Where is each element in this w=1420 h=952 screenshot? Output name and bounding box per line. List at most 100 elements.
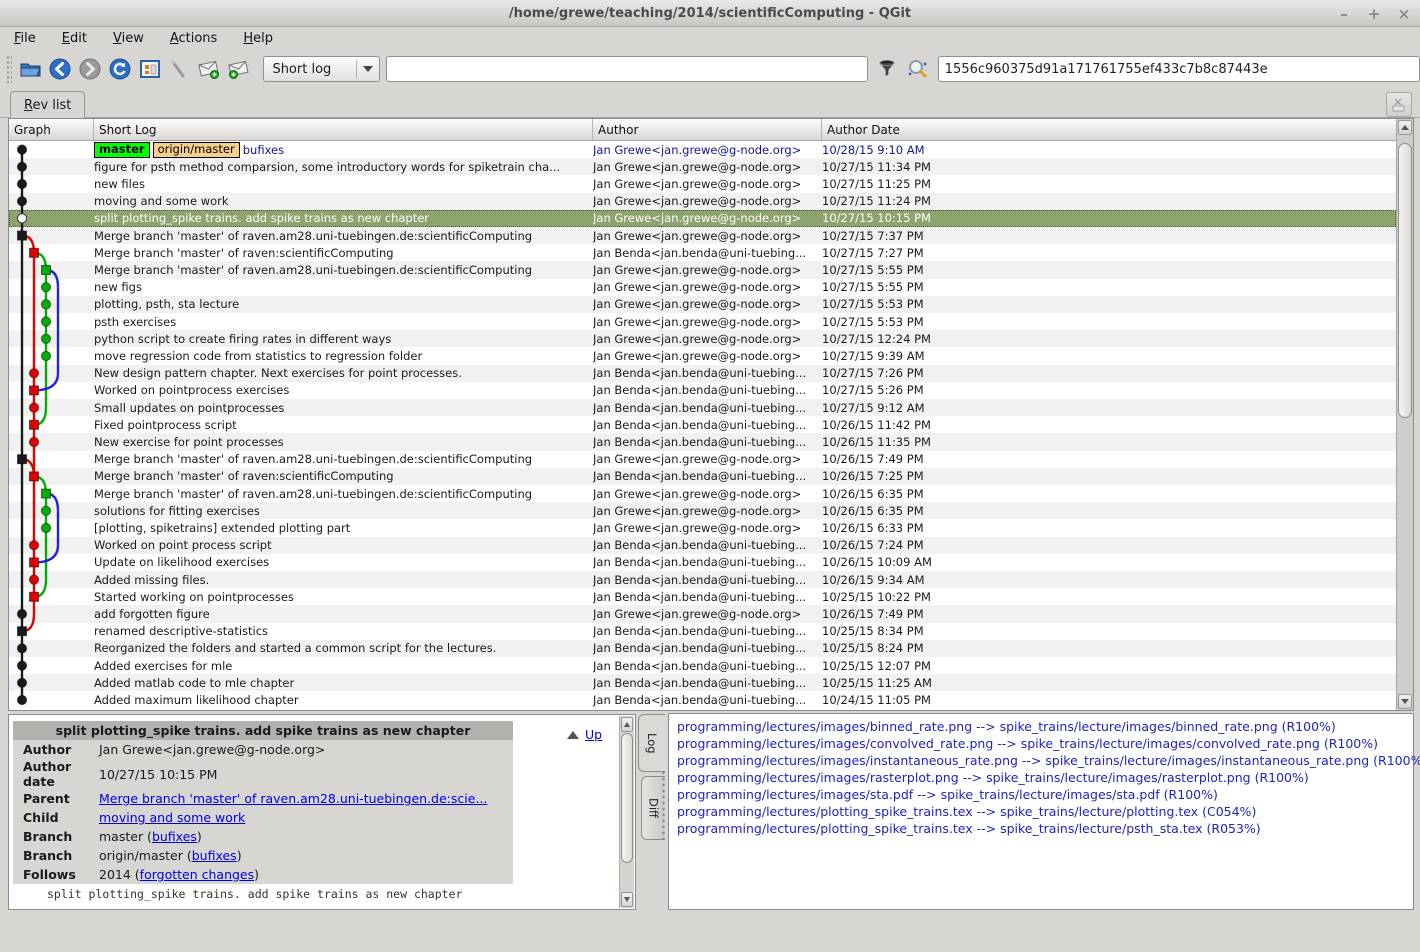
view-layout-icon[interactable]: [135, 55, 165, 83]
tab-rev-list[interactable]: Rev list: [10, 91, 85, 118]
commit-row[interactable]: masterorigin/masterbufixesJan Grewe<jan.…: [9, 141, 1396, 158]
menubar: File Edit View Actions Help: [0, 27, 1420, 50]
commit-row[interactable]: new filesJan Grewe<jan.grewe@g-node.org>…: [9, 175, 1396, 192]
highlight-search-icon[interactable]: [902, 55, 932, 83]
diff-file-line[interactable]: programming/lectures/plotting_spike_trai…: [677, 820, 1413, 837]
commit-row[interactable]: Update on likelihood exercisesJan Benda<…: [9, 554, 1396, 571]
scrollbar-thumb[interactable]: [1398, 143, 1412, 418]
commit-subject: add forgotten figure: [94, 607, 594, 621]
back-icon[interactable]: [46, 55, 76, 83]
commit-date: 10/26/15 11:35 PM: [822, 435, 1242, 449]
commit-row[interactable]: add forgotten figureJan Grewe<jan.grewe@…: [9, 605, 1396, 622]
up-link[interactable]: Up: [567, 727, 602, 742]
diff-file-line[interactable]: programming/lectures/plotting_spike_trai…: [677, 803, 1413, 820]
commit-row[interactable]: Started working on pointprocessesJan Ben…: [9, 588, 1396, 605]
commit-row[interactable]: new figsJan Grewe<jan.grewe@g-node.org>1…: [9, 279, 1396, 296]
commit-date: 10/26/15 11:42 PM: [822, 418, 1242, 432]
commit-row[interactable]: New design pattern chapter. Next exercis…: [9, 365, 1396, 382]
search-input[interactable]: [386, 56, 868, 82]
forward-icon[interactable]: [75, 55, 105, 83]
commit-author: Jan Benda<jan.benda@uni-tuebing...: [593, 659, 821, 673]
commit-row[interactable]: Worked on pointprocess exercisesJan Bend…: [9, 382, 1396, 399]
commit-row[interactable]: figure for psth method comparsion, some …: [9, 158, 1396, 175]
detail-link[interactable]: bufixes: [192, 848, 237, 863]
commit-row[interactable]: plotting, psth, sta lectureJan Grewe<jan…: [9, 296, 1396, 313]
menu-edit[interactable]: Edit: [62, 31, 87, 46]
commit-row[interactable]: Merge branch 'master' of raven.am28.uni-…: [9, 451, 1396, 468]
detail-label: Author date: [13, 759, 99, 789]
open-folder-icon[interactable]: [16, 55, 46, 83]
commit-subject: Added missing files.: [94, 573, 594, 587]
commit-row[interactable]: Added missing files.Jan Benda<jan.benda@…: [9, 571, 1396, 588]
save-patch-icon[interactable]: [194, 55, 224, 83]
commit-row[interactable]: Worked on point process scriptJan Benda<…: [9, 537, 1396, 554]
commit-row[interactable]: Fixed pointprocess scriptJan Benda<jan.b…: [9, 416, 1396, 433]
menu-view[interactable]: View: [113, 31, 144, 46]
commit-row[interactable]: moving and some workJan Grewe<jan.grewe@…: [9, 193, 1396, 210]
view-mode-select[interactable]: Short log: [263, 56, 380, 82]
column-header-graph[interactable]: Graph: [9, 119, 94, 140]
diff-file-line[interactable]: programming/lectures/images/binned_rate.…: [677, 718, 1413, 735]
tab-corner-button[interactable]: [1386, 92, 1412, 117]
commit-row[interactable]: New exercise for point processesJan Bend…: [9, 433, 1396, 450]
commit-row[interactable]: Merge branch 'master' of raven:scientifi…: [9, 244, 1396, 261]
commit-subject: Merge branch 'master' of raven.am28.uni-…: [94, 229, 594, 243]
diff-file-line[interactable]: programming/lectures/images/sta.pdf --> …: [677, 786, 1413, 803]
menu-file[interactable]: File: [14, 31, 36, 46]
detail-link[interactable]: Merge branch 'master' of raven.am28.uni-…: [99, 791, 487, 806]
commit-author: Jan Benda<jan.benda@uni-tuebing...: [593, 246, 821, 260]
commit-row[interactable]: Merge branch 'master' of raven:scientifi…: [9, 468, 1396, 485]
toolbar-handle[interactable]: [6, 55, 12, 83]
table-scrollbar[interactable]: [1396, 119, 1413, 710]
commit-row[interactable]: move regression code from statistics to …: [9, 347, 1396, 364]
commit-row[interactable]: split plotting_spike trains. add spike t…: [9, 210, 1396, 227]
sha-input[interactable]: [938, 56, 1420, 82]
column-header-author-date[interactable]: Author Date: [822, 119, 1392, 140]
details-scrollbar-thumb[interactable]: [621, 733, 633, 863]
commit-row[interactable]: Added exercises for mleJan Benda<jan.ben…: [9, 657, 1396, 674]
filter-icon[interactable]: [872, 55, 902, 83]
minimize-button[interactable]: –: [1336, 5, 1352, 23]
commit-row[interactable]: Merge branch 'master' of raven.am28.uni-…: [9, 227, 1396, 244]
diff-file-line[interactable]: programming/lectures/images/convolved_ra…: [677, 735, 1413, 752]
menu-help[interactable]: Help: [243, 31, 273, 46]
detail-link[interactable]: moving and some work: [99, 810, 245, 825]
commit-row[interactable]: Merge branch 'master' of raven.am28.uni-…: [9, 261, 1396, 278]
apply-patch-icon[interactable]: [224, 55, 254, 83]
column-header-short-log[interactable]: Short Log: [94, 119, 593, 140]
menu-actions[interactable]: Actions: [170, 31, 218, 46]
reload-icon[interactable]: [105, 55, 135, 83]
commit-row[interactable]: Small updates on pointprocessesJan Benda…: [9, 399, 1396, 416]
commit-row[interactable]: Merge branch 'master' of raven.am28.uni-…: [9, 485, 1396, 502]
commit-row[interactable]: python script to create firing rates in …: [9, 330, 1396, 347]
commit-row[interactable]: renamed descriptive-statisticsJan Benda<…: [9, 623, 1396, 640]
detail-link[interactable]: bufixes: [152, 829, 197, 844]
commit-row[interactable]: solutions for fitting exercisesJan Grewe…: [9, 502, 1396, 519]
close-button[interactable]: ×: [1396, 5, 1412, 23]
commit-subject: moving and some work: [94, 194, 594, 208]
wand-icon[interactable]: [164, 55, 194, 83]
diff-file-line[interactable]: programming/lectures/images/instantaneou…: [677, 752, 1413, 769]
commit-date: 10/25/15 10:22 PM: [822, 590, 1242, 604]
maximize-button[interactable]: +: [1366, 5, 1382, 23]
details-scrollbar[interactable]: [619, 716, 634, 908]
tab-log[interactable]: Log: [638, 714, 665, 772]
commit-date: 10/27/15 5:55 PM: [822, 263, 1242, 277]
commit-subject: Added exercises for mle: [94, 659, 594, 673]
detail-value: 10/27/15 10:15 PM: [99, 767, 217, 782]
commit-row[interactable]: [plotting, spiketrains] extended plottin…: [9, 519, 1396, 536]
commit-row[interactable]: psth exercisesJan Grewe<jan.grewe@g-node…: [9, 313, 1396, 330]
commit-date: 10/26/15 9:34 AM: [822, 573, 1242, 587]
scroll-up-button[interactable]: [1398, 120, 1412, 135]
commit-row[interactable]: Added matlab code to mle chapterJan Bend…: [9, 674, 1396, 691]
commit-row[interactable]: Reorganized the folders and started a co…: [9, 640, 1396, 657]
commit-author: Jan Grewe<jan.grewe@g-node.org>: [593, 297, 821, 311]
scroll-down-button[interactable]: [1398, 694, 1412, 709]
up-link-label[interactable]: Up: [585, 727, 602, 742]
commit-row[interactable]: Added maximum likelihood chapterJan Bend…: [9, 691, 1396, 708]
column-header-author[interactable]: Author: [593, 119, 822, 140]
commit-message: split plotting_spike trains. add spike t…: [47, 887, 462, 901]
detail-link[interactable]: forgotten changes: [140, 867, 254, 882]
diff-file-line[interactable]: programming/lectures/images/rasterplot.p…: [677, 769, 1413, 786]
panel-splitter[interactable]: [661, 770, 666, 840]
